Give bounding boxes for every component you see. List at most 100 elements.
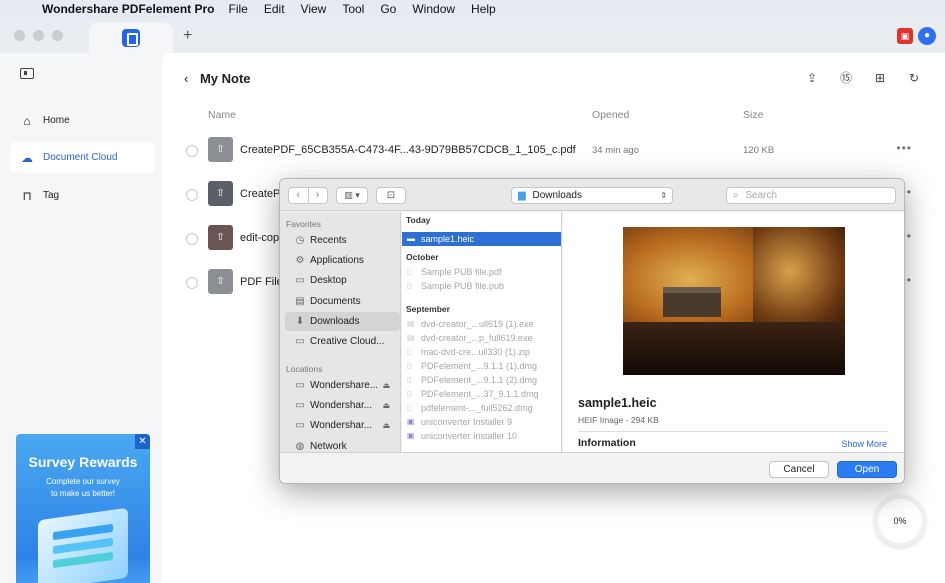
refresh-icon[interactable]: ↻ — [907, 71, 921, 85]
file-item-label: PDFelement_...37_9.1.1.dmg — [421, 389, 539, 399]
upload-file-icon[interactable]: ⇪ — [805, 71, 819, 85]
menu-help[interactable]: Help — [471, 2, 496, 16]
file-list-column: Today ▬ sample1.heic October ▯ Sample PUB … — [402, 212, 562, 452]
file-item[interactable]: ▯ pdfelement-..._full5262.dmg — [402, 401, 561, 415]
preview-file-name: sample1.heic — [578, 396, 657, 410]
file-item-label: PDFelement_...9.1.1 (1).dmg — [421, 361, 538, 371]
cloud-file-icon: ⇧ — [208, 181, 233, 206]
menubar-app-name[interactable]: Wondershare PDFelement Pro — [42, 2, 215, 16]
sidebar-item-location[interactable]: ▭ Wondershare... ⏏ — [290, 376, 400, 395]
divider — [578, 431, 888, 432]
menu-go[interactable]: Go — [380, 2, 396, 16]
file-item[interactable]: ▣ uniconverter Installer 9 — [402, 415, 561, 429]
sidebar-toggle-icon[interactable] — [20, 68, 34, 79]
dialog-toolbar: ‹ › ▥ ▾ ⊡ ▆ Downloads ⇕ ⌕ Search — [280, 179, 904, 211]
sidebar-item-home[interactable]: ⌂ Home — [10, 105, 155, 136]
upload-progress-indicator[interactable]: 0% — [874, 495, 926, 547]
file-item[interactable]: ▯ PDFelement_...9.1.1 (2).dmg — [402, 373, 561, 387]
menu-file[interactable]: File — [229, 2, 248, 16]
back-button[interactable]: ‹ — [289, 188, 309, 203]
show-more-link[interactable]: Show More — [841, 439, 887, 449]
dialog-footer: Cancel Open — [280, 452, 904, 483]
sidebar-item-location[interactable]: ▭ Wondershar... ⏏ — [290, 396, 400, 415]
preview-pane: sample1.heic HEIF Image - 294 KB Informa… — [563, 212, 904, 452]
file-item[interactable]: ▯ PDFelement_...9.1.1 (1).dmg — [402, 359, 561, 373]
window-controls — [14, 30, 63, 41]
sidebar-item-label: Documents — [310, 296, 361, 307]
menubar: Wondershare PDFelement Pro File Edit Vie… — [0, 0, 945, 18]
file-item[interactable]: ▣ uniconverter Installer 10 — [402, 429, 561, 443]
eject-icon[interactable]: ⏏ — [382, 396, 390, 415]
close-banner-button[interactable]: ✕ — [135, 434, 150, 449]
more-options-icon[interactable]: ••• — [896, 141, 912, 155]
column-size[interactable]: Size — [743, 109, 763, 121]
eject-icon[interactable]: ⏏ — [382, 416, 390, 435]
desktop-icon: ▭ — [295, 275, 305, 286]
sidebar-item-applications[interactable]: ⚙ Applications — [290, 251, 400, 270]
sidebar-item-downloads[interactable]: ⬇ Downloads — [285, 312, 400, 331]
minimize-window-button[interactable] — [33, 30, 44, 41]
menu-window[interactable]: Window — [412, 2, 455, 16]
menu-view[interactable]: View — [301, 2, 327, 16]
file-item[interactable]: ▯ Sample PUB file.pdf — [402, 265, 561, 279]
dmg-file-icon: ▯ — [407, 375, 412, 384]
file-item-selected[interactable]: ▬ sample1.heic — [402, 232, 561, 246]
file-item-label: uniconverter Installer 9 — [421, 417, 513, 427]
file-item[interactable]: ▯ PDFelement_...37_9.1.1.dmg — [402, 387, 561, 401]
file-item[interactable]: ▤ dvd-creator_...p_full619.exe — [402, 331, 561, 345]
file-size: 120 KB — [743, 145, 775, 156]
new-folder-button[interactable]: ⊡ — [376, 187, 406, 204]
apps-icon: ⚙ — [295, 255, 305, 266]
search-input[interactable]: ⌕ Search — [726, 187, 896, 204]
file-item[interactable]: ▯ Sample PUB file.pub — [402, 279, 561, 293]
new-folder-icon[interactable]: ⊞ — [873, 71, 887, 85]
group-header: October — [406, 252, 439, 262]
open-button[interactable]: Open — [837, 461, 897, 478]
sidebar-item-label: Home — [43, 115, 70, 126]
sidebar-item-recents[interactable]: ◷ Recents — [290, 231, 400, 250]
sidebar-item-label: Wondershar... — [310, 420, 373, 431]
file-item[interactable]: ▯ mac-dvd-cre...ull330 (1).zip — [402, 345, 561, 359]
exe-file-icon: ▤ — [407, 319, 415, 328]
file-item[interactable]: ▤ dvd-creator_...ull619 (1).exe — [402, 317, 561, 331]
sidebar-item-label: Network — [310, 441, 347, 452]
sync-badge-icon[interactable]: ⑮ — [839, 71, 853, 85]
tag-icon: ⊓ — [22, 188, 32, 203]
file-item-label: PDFelement_...9.1.1 (2).dmg — [421, 375, 538, 385]
dmg-file-icon: ▯ — [407, 361, 412, 370]
row-checkbox[interactable] — [186, 145, 198, 157]
shopping-bag-icon[interactable]: ▣ — [897, 28, 913, 44]
location-select[interactable]: ▆ Downloads ⇕ — [511, 187, 673, 204]
close-window-button[interactable] — [14, 30, 25, 41]
menu-tool[interactable]: Tool — [342, 2, 364, 16]
add-tab-button[interactable]: + — [183, 27, 192, 45]
menu-edit[interactable]: Edit — [264, 2, 285, 16]
sidebar-item-desktop[interactable]: ▭ Desktop — [290, 271, 400, 290]
cloud-file-icon: ⇧ — [208, 137, 233, 162]
table-row[interactable]: ⇧ CreatePDF_65CB355A-C473-4F...43-9D79BB… — [186, 129, 926, 173]
forward-button[interactable]: › — [309, 188, 328, 203]
sidebar-item-document-cloud[interactable]: ☁ Document Cloud — [10, 142, 155, 173]
column-name[interactable]: Name — [208, 109, 236, 121]
cancel-button[interactable]: Cancel — [769, 461, 829, 478]
back-arrow-icon[interactable]: ‹ — [184, 71, 188, 86]
file-item-label: dvd-creator_...ull619 (1).exe — [421, 319, 534, 329]
sidebar-item-creative-cloud[interactable]: ▭ Creative Cloud... — [290, 332, 400, 351]
sidebar-item-documents[interactable]: ▤ Documents — [290, 292, 400, 311]
sidebar-item-location[interactable]: ▭ Wondershar... ⏏ — [290, 416, 400, 435]
row-checkbox[interactable] — [186, 277, 198, 289]
survey-rewards-banner[interactable]: ✕ Survey Rewards Complete our survey to … — [16, 434, 150, 583]
zoom-window-button[interactable] — [52, 30, 63, 41]
dmg-file-icon: ▯ — [407, 403, 412, 412]
home-tab[interactable] — [89, 23, 173, 53]
account-avatar[interactable]: ● — [918, 27, 936, 45]
sidebar-item-tag[interactable]: ⊓ Tag — [10, 180, 155, 211]
sidebar-item-label: Wondershar... — [310, 400, 373, 411]
row-checkbox[interactable] — [186, 233, 198, 245]
document-icon: ▤ — [295, 296, 305, 307]
file-item-label: dvd-creator_...p_full619.exe — [421, 333, 533, 343]
row-checkbox[interactable] — [186, 189, 198, 201]
column-opened[interactable]: Opened — [592, 109, 629, 121]
view-mode-button[interactable]: ▥ ▾ — [336, 187, 368, 204]
eject-icon[interactable]: ⏏ — [382, 376, 390, 395]
